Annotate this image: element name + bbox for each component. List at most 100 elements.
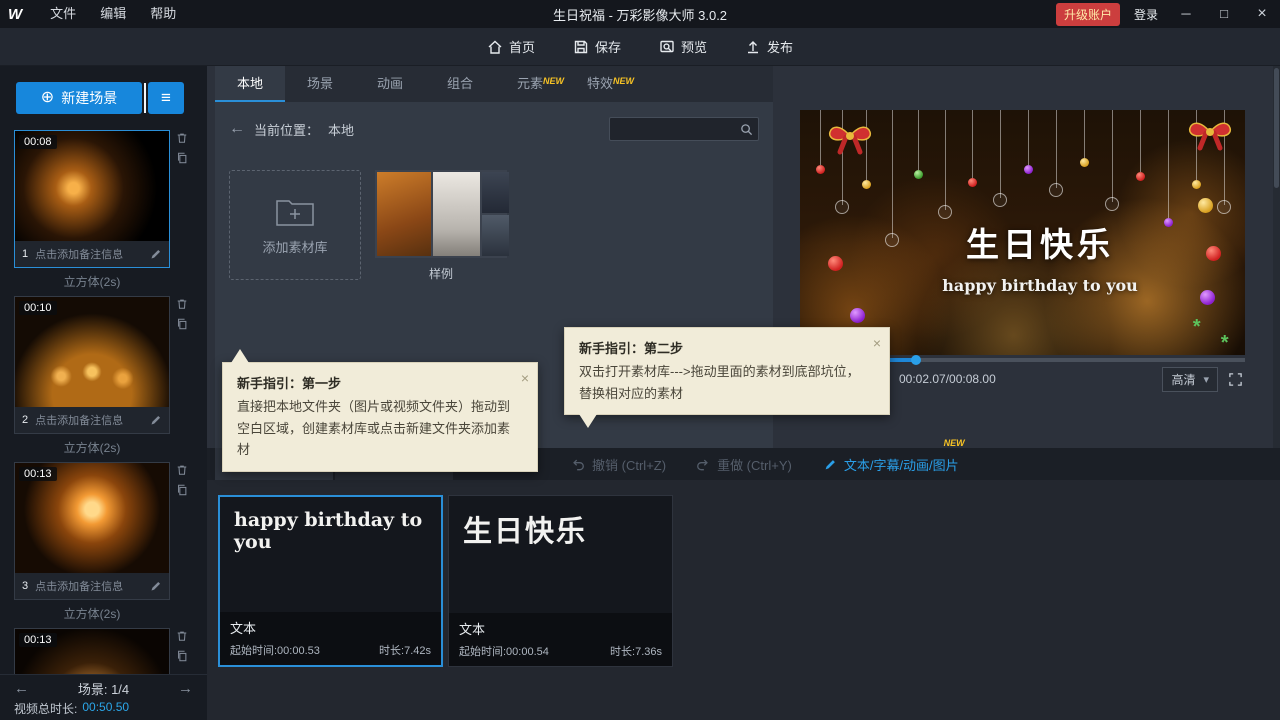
delete-scene-icon[interactable] [176,132,188,144]
delete-scene-icon[interactable] [176,630,188,642]
edit-note-icon[interactable] [150,414,162,426]
delete-scene-icon[interactable] [176,298,188,310]
preview-button[interactable]: 预览 [659,37,707,56]
tab-label: 动画 [377,76,403,91]
guide-title: 新手指引：第一步 [237,373,511,394]
asset-duration: 时长:7.36s [610,643,662,659]
search-input[interactable] [610,122,740,136]
search-box[interactable] [609,117,759,141]
edit-note-icon[interactable] [150,248,162,260]
close-icon[interactable]: × [873,332,881,355]
preview-label: 预览 [681,37,707,56]
redo-label: 重做 (Ctrl+Y) [717,455,792,474]
scene-thumbnail[interactable]: 00:10 [15,297,169,407]
playback-time: 00:02.07/00:08.00 [899,372,996,386]
sample-photo [433,172,480,256]
transition-label[interactable]: 立方体(2s) [14,600,170,628]
login-button[interactable]: 登录 [1130,6,1162,23]
save-icon [573,39,589,55]
undo-icon [571,457,585,471]
menu-file[interactable]: 文件 [38,0,88,28]
scene-note-row[interactable]: 2 点击添加备注信息 [15,407,169,433]
edit-note-icon[interactable] [150,580,162,592]
main-toolbar: 首页 保存 预览 发布 [0,28,1280,66]
back-icon[interactable]: ← [229,120,245,138]
new-scene-button[interactable]: ⊕ 新建场景 [16,82,142,114]
tab-combo[interactable]: 组合 [425,66,495,102]
scene-item[interactable]: 00:13 3 点击添加备注信息 [14,462,170,600]
quality-selector[interactable]: 高清 ▾ [1162,367,1218,392]
scene-number: 3 [22,580,28,592]
tab-effects[interactable]: 特效NEW [565,66,635,102]
scene-thumbnail[interactable]: 00:13 [15,463,169,573]
add-library-button[interactable]: 添加素材库 [229,170,361,280]
preview-screen[interactable]: 生日快乐 happy birthday to you [800,110,1245,355]
new-scene-label: 新建场景 [61,88,117,108]
sample-photo [482,172,509,213]
scene-item[interactable]: 00:08 1 点击添加备注信息 [14,130,170,268]
scrollbar[interactable] [1273,66,1280,448]
transition-label[interactable]: 立方体(2s) [14,268,170,296]
assets-panel: 常规素材替换 其他素材替换 撤销 (Ctrl+Z) 重做 (Ctrl+Y) 文本… [207,448,1280,720]
redo-button[interactable]: 重做 (Ctrl+Y) [696,448,792,480]
edit-link-label: 文本/字幕/动画/图片 [844,455,959,474]
guide-body: 直接把本地文件夹（图片或视频文件夹）拖动到空白区域，创建素材库或点击新建文件夹添… [237,396,511,460]
search-icon[interactable] [740,123,758,136]
asset-card-text-en[interactable]: happy birthday to you 文本 起始时间:00:00.53 时… [218,495,443,667]
button-divider [144,83,146,113]
scene-item[interactable]: 00:13 [14,628,170,674]
close-button[interactable]: × [1248,0,1276,28]
copy-scene-icon[interactable] [176,650,188,662]
scene-note-row[interactable]: 3 点击添加备注信息 [15,573,169,599]
minimize-button[interactable]: ─ [1172,0,1200,28]
next-scene-button[interactable]: → [178,680,193,697]
scene-item[interactable]: 00:10 2 点击添加备注信息 [14,296,170,434]
close-icon[interactable]: × [521,367,529,390]
asset-preview-text: 生日快乐 [449,496,672,623]
pencil-icon [824,458,837,471]
undo-button[interactable]: 撤销 (Ctrl+Z) [571,448,666,480]
add-library-label: 添加素材库 [262,237,327,256]
tab-animation[interactable]: 动画 [355,66,425,102]
titlebar: W 文件 编辑 帮助 生日祝福 - 万彩影像大师 3.0.2 升级账户 登录 ─… [0,0,1280,28]
menu-help[interactable]: 帮助 [138,0,188,28]
sample-folder[interactable]: 样例 [375,170,507,282]
tab-local[interactable]: 本地 [215,66,285,102]
scene-note-row[interactable]: 1 点击添加备注信息 [15,241,169,267]
scene-thumbnail[interactable]: 00:08 [15,131,169,241]
scene-number: 1 [22,248,28,260]
copy-scene-icon[interactable] [176,152,188,164]
home-button[interactable]: 首页 [487,37,535,56]
scene-number: 2 [22,414,28,426]
asset-preview-text: happy birthday to you [220,497,441,624]
seek-handle[interactable] [911,355,921,365]
green-star-icon [1192,322,1200,332]
scene-list-toggle-button[interactable]: ≡ [148,82,184,114]
upgrade-account-button[interactable]: 升级账户 [1056,3,1120,26]
copy-scene-icon[interactable] [176,484,188,496]
scene-note-text: 点击添加备注信息 [35,246,123,262]
asset-type: 文本 [459,619,662,638]
save-button[interactable]: 保存 [573,37,621,56]
tab-scene[interactable]: 场景 [285,66,355,102]
tab-element[interactable]: 元素NEW [495,66,565,102]
publish-button[interactable]: 发布 [745,37,793,56]
prev-scene-button[interactable]: ← [14,680,29,697]
delete-scene-icon[interactable] [176,464,188,476]
total-duration-label: 视频总时长: [14,700,77,717]
library-content: 添加素材库 样例 [215,144,773,282]
scene-thumbnail[interactable]: 00:13 [15,629,169,674]
asset-card-text-cn[interactable]: 生日快乐 文本 起始时间:00:00.54 时长:7.36s [448,495,673,667]
scene-note-text: 点击添加备注信息 [35,578,123,594]
transition-label[interactable]: 立方体(2s) [14,434,170,462]
copy-scene-icon[interactable] [176,318,188,330]
text-subtitle-edit-link[interactable]: 文本/字幕/动画/图片 NEW [824,448,959,480]
breadcrumb-current: 本地 [328,120,354,139]
guide-body: 双击打开素材库--->拖动里面的素材到底部坑位，替换相对应的素材 [579,361,863,404]
scene-duration-badge: 00:08 [19,135,57,149]
maximize-button[interactable]: □ [1210,0,1238,28]
sample-folder-label: 样例 [375,265,507,282]
fullscreen-button[interactable] [1228,372,1243,387]
tab-label: 元素 [517,76,543,91]
menu-edit[interactable]: 编辑 [88,0,138,28]
